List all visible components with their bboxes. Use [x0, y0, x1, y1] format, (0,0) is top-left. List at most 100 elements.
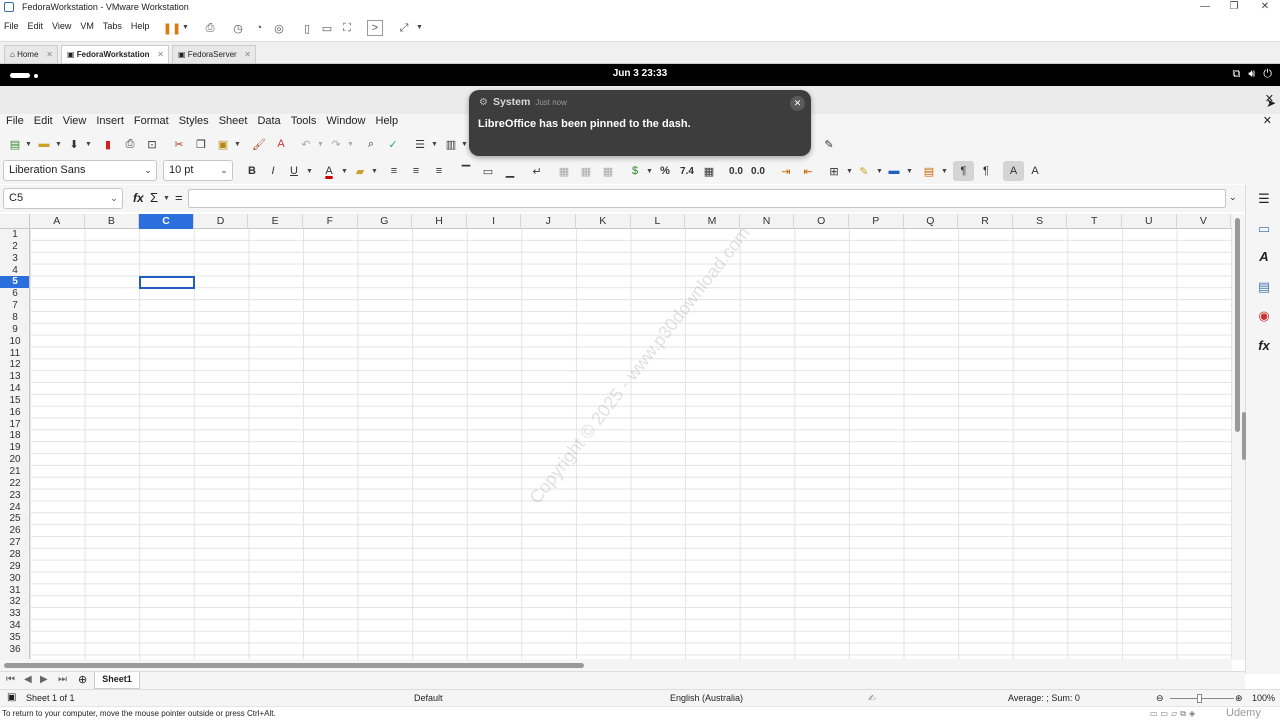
row-header[interactable]: 5 [0, 276, 29, 289]
system-menu[interactable]: ⧉ 🔊︎ ⏻ [1233, 68, 1273, 81]
vertical-scroll-thumb[interactable] [1235, 218, 1240, 432]
pause-icon[interactable]: ❚❚ [163, 20, 181, 36]
currency-icon[interactable]: $ [626, 162, 644, 180]
column-header[interactable]: F [303, 214, 358, 229]
previous-sheet-icon[interactable]: ◀ [24, 674, 32, 685]
column-header[interactable]: A [30, 214, 85, 229]
row-header[interactable]: 11 [0, 348, 29, 360]
clone-formatting-icon[interactable]: 🖌︎ [250, 135, 268, 153]
snapshot-manager-icon[interactable]: ◎ [271, 20, 287, 36]
text-direction-tb-icon[interactable]: A [1026, 162, 1044, 180]
row-header[interactable]: 30 [0, 573, 29, 585]
font-color-icon[interactable]: A [320, 162, 338, 180]
chevron-down-icon[interactable]: ▼ [163, 195, 170, 202]
column-header[interactable]: P [849, 214, 904, 229]
row-header[interactable]: 12 [0, 359, 29, 371]
column-header[interactable]: Q [904, 214, 959, 229]
merge-cells-icon[interactable]: ▦ [555, 162, 573, 180]
cell-grid[interactable] [30, 229, 1232, 659]
formula-icon[interactable]: = [175, 190, 183, 205]
library-icon[interactable]: ▯ [299, 20, 315, 36]
chevron-down-icon[interactable]: ▼ [646, 168, 653, 175]
styles-icon[interactable]: A [1255, 248, 1273, 266]
close-tab-icon[interactable]: ✕ [46, 46, 53, 63]
sum-icon[interactable]: Σ [150, 190, 158, 205]
border-style-icon[interactable]: ✎ [855, 162, 873, 180]
functions-icon[interactable]: fx [1255, 337, 1273, 355]
row-icon[interactable]: ☰ [411, 135, 429, 153]
row-header[interactable]: 20 [0, 454, 29, 466]
bold-icon[interactable]: B [243, 162, 261, 180]
unmerge-cells-icon[interactable]: ▦ [599, 162, 617, 180]
vm-menu-vm[interactable]: VM [80, 21, 94, 31]
row-header[interactable]: 35 [0, 632, 29, 644]
digital-signature-icon[interactable]: ✍ [868, 690, 876, 706]
row-header[interactable]: 23 [0, 490, 29, 502]
highlight-color-icon[interactable]: ▰ [351, 162, 369, 180]
send-ctrl-alt-del-icon[interactable]: ⎙ [202, 20, 218, 36]
menu-data[interactable]: Data [257, 114, 280, 129]
row-header[interactable]: 3 [0, 253, 29, 265]
menu-edit[interactable]: Edit [34, 114, 53, 129]
print-preview-icon[interactable]: ⊡ [143, 135, 161, 153]
borders-icon[interactable]: ⊞ [825, 162, 843, 180]
menu-window[interactable]: Window [326, 114, 365, 129]
border-color-icon[interactable]: ▬ [885, 162, 903, 180]
row-header[interactable]: 32 [0, 596, 29, 608]
expand-formula-icon[interactable]: ⌄ [1229, 192, 1237, 203]
row-header[interactable]: 2 [0, 241, 29, 253]
vm-menu-view[interactable]: View [52, 21, 71, 31]
zoom-slider[interactable] [1170, 698, 1234, 699]
row-header[interactable]: 27 [0, 537, 29, 549]
center-vertically-icon[interactable]: ▭ [479, 162, 497, 180]
vm-menu-file[interactable]: File [4, 21, 19, 31]
snapshot-icon[interactable]: ◷ [230, 20, 246, 36]
column-header[interactable]: H [412, 214, 467, 229]
zoom-in-icon[interactable]: ⊕ [1235, 690, 1243, 706]
sheet-tab-sheet1[interactable]: Sheet1 [94, 672, 140, 689]
number-format-icon[interactable]: 7.4 [678, 162, 696, 180]
chevron-down-icon[interactable]: ▼ [371, 168, 378, 175]
wrap-text-icon[interactable]: ↵ [528, 162, 546, 180]
italic-icon[interactable]: I [264, 162, 282, 180]
row-header[interactable]: 25 [0, 513, 29, 525]
chevron-down-icon[interactable]: ▼ [55, 141, 62, 148]
underline-icon[interactable]: U [285, 162, 303, 180]
restore-icon[interactable]: ❐ [1219, 0, 1249, 14]
align-bottom-icon[interactable]: ▁ [501, 162, 519, 180]
font-name-combo[interactable]: Liberation Sans ⌄ [3, 160, 157, 181]
column-header[interactable]: O [794, 214, 849, 229]
column-header[interactable]: K [576, 214, 631, 229]
vm-menu-help[interactable]: Help [131, 21, 150, 31]
chevron-down-icon[interactable]: ▼ [906, 168, 913, 175]
navigator-icon[interactable]: ◉ [1255, 307, 1273, 325]
tab-fedora-server[interactable]: ▣ FedoraServer ✕ [172, 45, 256, 63]
chevron-down-icon[interactable]: ▼ [85, 141, 92, 148]
row-header[interactable]: 10 [0, 336, 29, 348]
column-header[interactable]: S [1013, 214, 1068, 229]
add-decimal-icon[interactable]: 0.0 [727, 162, 745, 180]
row-header[interactable]: 36 [0, 644, 29, 656]
delete-decimal-icon[interactable]: 0.0 [749, 162, 767, 180]
chevron-down-icon[interactable]: ▼ [846, 168, 853, 175]
active-cell-cursor[interactable] [139, 276, 195, 289]
page-style[interactable]: Default [414, 690, 443, 706]
row-header[interactable]: 9 [0, 324, 29, 336]
vm-menu-edit[interactable]: Edit [28, 21, 44, 31]
row-header[interactable]: 1 [0, 229, 29, 241]
row-header[interactable]: 34 [0, 620, 29, 632]
copy-icon[interactable]: ❐ [192, 135, 210, 153]
selection-summary[interactable]: Average: ; Sum: 0 [1008, 690, 1080, 706]
add-sheet-icon[interactable]: ⊕ [78, 673, 87, 686]
function-wizard-icon[interactable]: fx [133, 191, 144, 205]
column-header[interactable]: D [194, 214, 249, 229]
column-header[interactable]: I [467, 214, 522, 229]
chevron-down-icon[interactable]: ▼ [341, 168, 348, 175]
menu-file[interactable]: File [6, 114, 24, 129]
chevron-down-icon[interactable]: ▼ [347, 141, 354, 148]
row-header[interactable]: 29 [0, 561, 29, 573]
row-header[interactable]: 6 [0, 288, 29, 300]
chevron-down-icon[interactable]: ⌄ [216, 161, 232, 180]
thumbnail-icon[interactable]: ▭ [319, 20, 335, 36]
chevron-down-icon[interactable]: ▼ [306, 168, 313, 175]
